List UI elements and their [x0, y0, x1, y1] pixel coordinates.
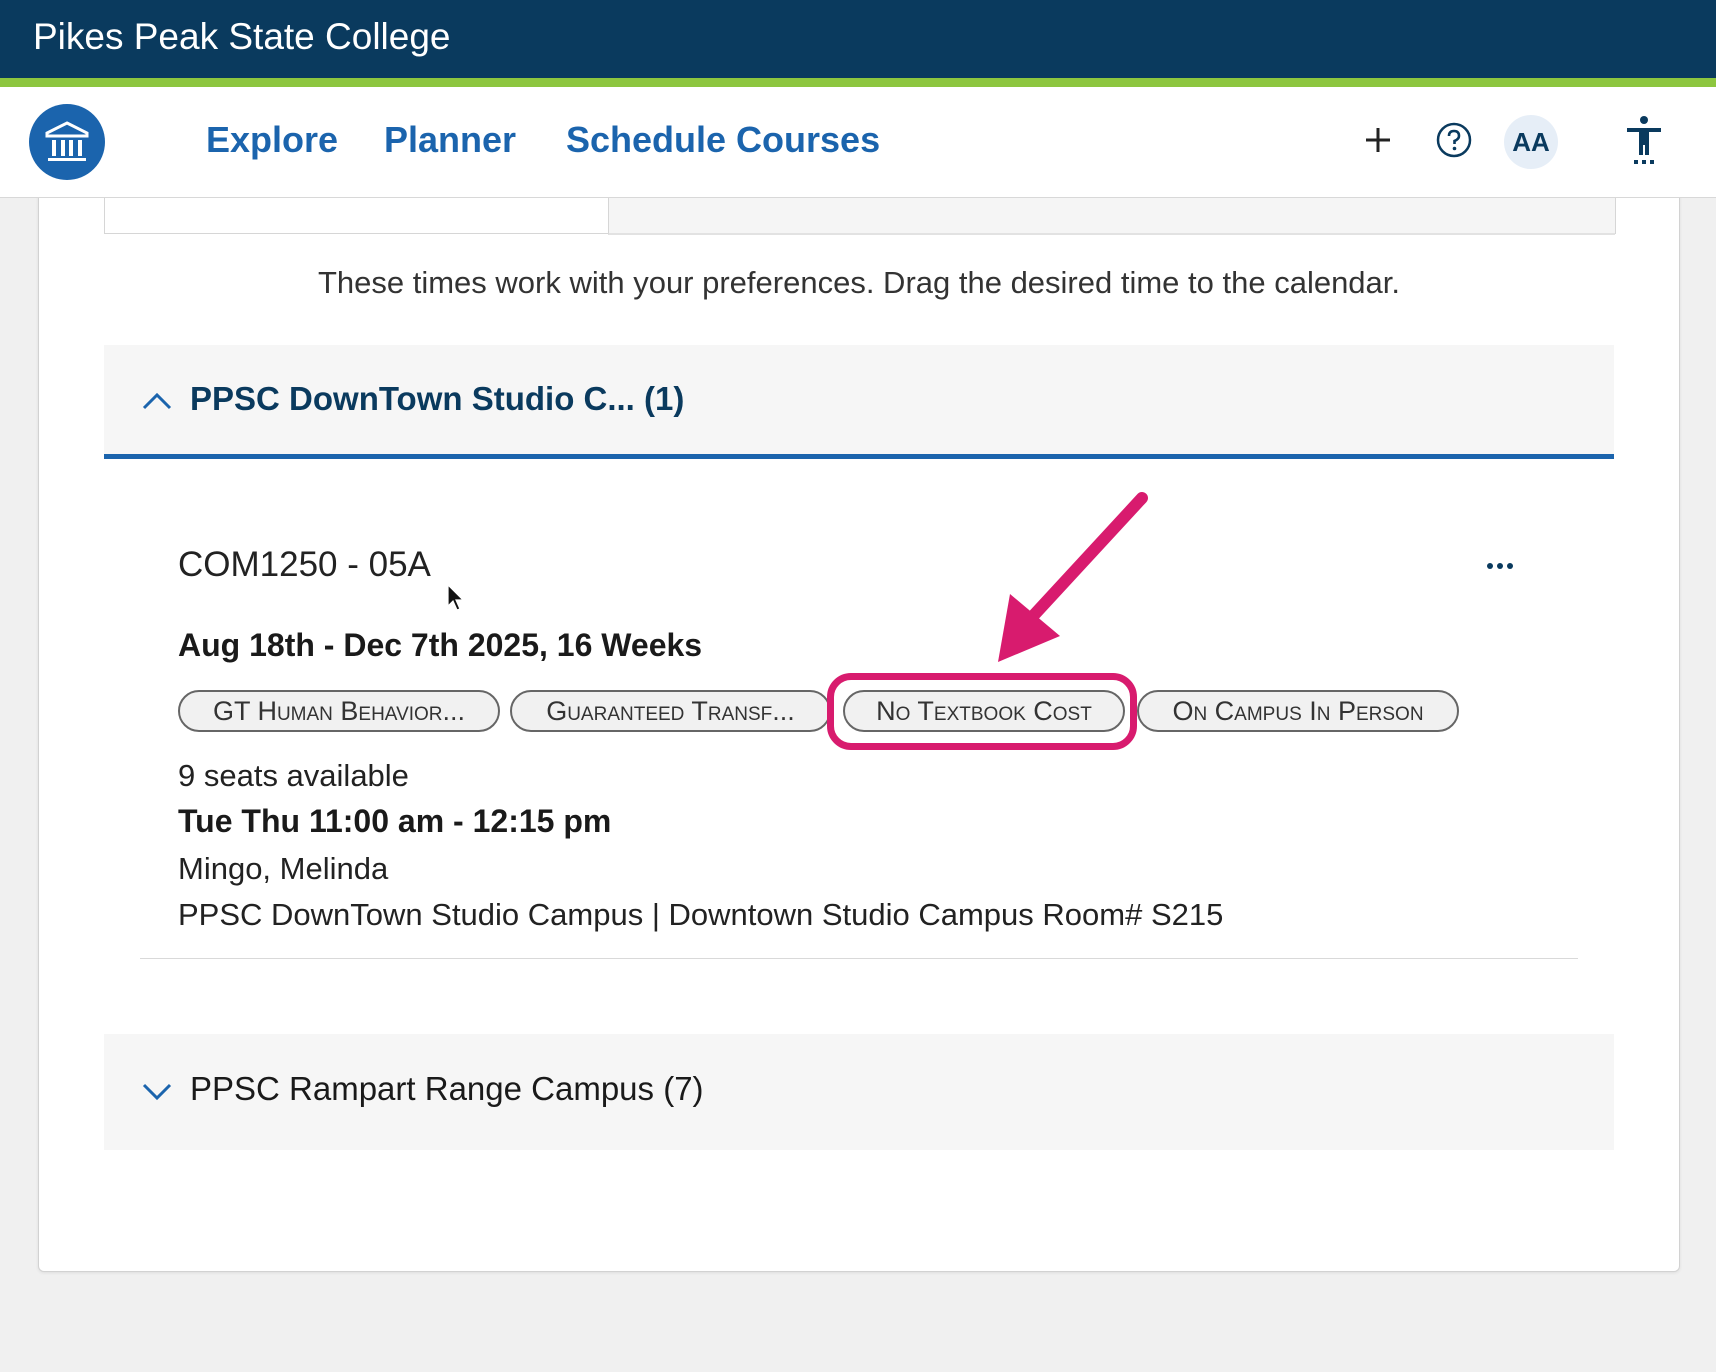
annotation-highlight-box [827, 673, 1137, 750]
tag-guaranteed-transfer[interactable]: Guaranteed Transf... [510, 690, 831, 732]
college-name: Pikes Peak State College [33, 16, 451, 57]
main-nav: Explore Planner Schedule Courses AA [0, 87, 1716, 198]
nav-schedule-courses[interactable]: Schedule Courses [566, 119, 880, 161]
accessibility-icon[interactable] [1624, 115, 1664, 167]
plus-icon[interactable] [1358, 120, 1398, 160]
annotation-arrow-icon [998, 492, 1148, 662]
campus-group-rampart[interactable]: PPSC Rampart Range Campus (7) [104, 1034, 1614, 1150]
chevron-up-icon [140, 385, 174, 419]
section-divider [140, 958, 1578, 959]
nav-explore[interactable]: Explore [206, 119, 338, 161]
institution-logo-icon[interactable] [29, 104, 105, 180]
instructions-text: These times work with your preferences. … [317, 265, 1401, 300]
section-location: PPSC DownTown Studio Campus | Downtown S… [178, 897, 1224, 932]
avatar[interactable]: AA [1504, 115, 1558, 169]
campus-group-title: PPSC DownTown Studio C... (1) [190, 380, 685, 417]
tag-on-campus-in-person[interactable]: On Campus In Person [1137, 690, 1459, 732]
mouse-pointer-icon [447, 583, 467, 612]
tag-gt-human-behavior[interactable]: GT Human Behavior... [178, 690, 500, 732]
section-dates: Aug 18th - Dec 7th 2025, 16 Weeks [178, 627, 703, 663]
chevron-down-icon [140, 1074, 174, 1108]
section-code: COM1250 - 05A [178, 545, 431, 584]
instructor-name: Mingo, Melinda [178, 851, 389, 886]
campus-group-downtown[interactable]: PPSC DownTown Studio C... (1) [104, 345, 1614, 459]
help-icon[interactable] [1434, 120, 1474, 160]
nav-planner[interactable]: Planner [384, 119, 516, 161]
more-options-icon[interactable] [1480, 548, 1520, 584]
meeting-time: Tue Thu 11:00 am - 12:15 pm [178, 803, 612, 839]
seats-available: 9 seats available [178, 758, 409, 793]
campus-group-title: PPSC Rampart Range Campus (7) [190, 1070, 704, 1107]
top-banner: Pikes Peak State College [0, 0, 1716, 87]
